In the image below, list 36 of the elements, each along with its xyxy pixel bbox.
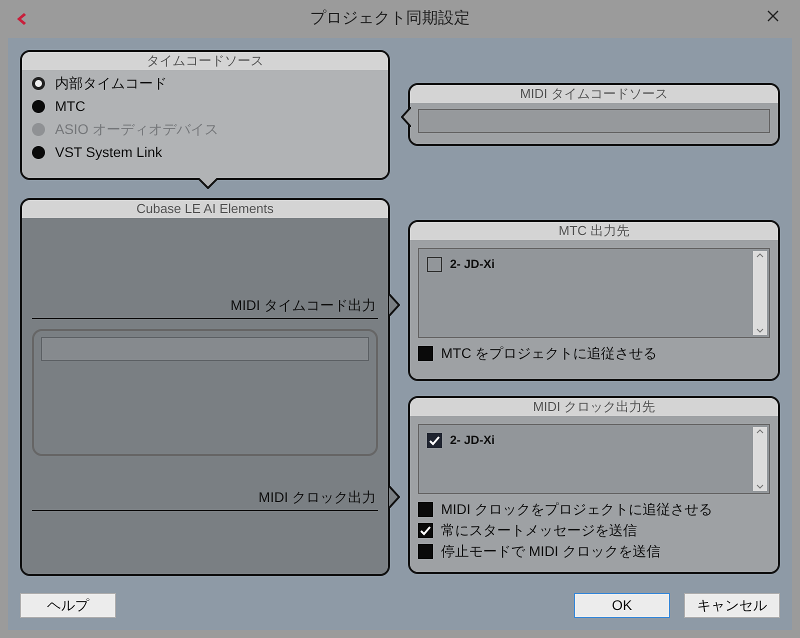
checkbox[interactable] xyxy=(418,544,433,558)
close-icon xyxy=(767,10,779,22)
checkbox[interactable] xyxy=(418,502,433,516)
panel-title: タイムコードソース xyxy=(22,52,388,70)
dialog-button[interactable]: キャンセル xyxy=(684,593,780,618)
dialog-button[interactable]: OK xyxy=(574,593,670,618)
radio-label[interactable]: MTC xyxy=(55,97,86,115)
port-label[interactable]: 2- JD-Xi xyxy=(450,255,495,273)
checkbox[interactable] xyxy=(418,346,433,360)
port-label[interactable]: 2- JD-Xi xyxy=(450,431,495,449)
check-icon xyxy=(420,524,431,536)
scrollbar[interactable] xyxy=(753,427,767,491)
output-label: MIDI クロック出力 xyxy=(258,489,377,505)
panel-title: MIDI クロック出力先 xyxy=(410,398,778,416)
radio-button[interactable] xyxy=(32,146,45,158)
radio-button[interactable] xyxy=(32,76,45,90)
checkbox[interactable] xyxy=(418,522,433,538)
check-icon xyxy=(429,434,440,446)
panel-title: Cubase LE AI Elements xyxy=(22,200,388,218)
panel-title: MTC 出力先 xyxy=(410,222,778,240)
window-title: プロジェクト同期設定 xyxy=(309,8,471,29)
option-label[interactable]: MIDI クロックをプロジェクトに追従させる xyxy=(441,500,712,518)
dialog-button[interactable]: ヘルプ xyxy=(20,593,116,618)
radio-button[interactable] xyxy=(32,100,45,112)
output-field[interactable] xyxy=(41,337,369,361)
radio-label[interactable]: 内部タイムコード xyxy=(55,74,167,92)
output-label: MIDI タイムコード出力 xyxy=(230,297,377,313)
source-field[interactable] xyxy=(418,109,770,133)
checkbox[interactable] xyxy=(427,256,442,272)
option-label[interactable]: MTC をプロジェクトに追従させる xyxy=(441,344,658,362)
option-label[interactable]: 停止モードで MIDI クロックを送信 xyxy=(441,542,660,560)
radio-label[interactable]: VST System Link xyxy=(55,143,162,161)
option-label[interactable]: 常にスタートメッセージを送信 xyxy=(441,521,637,539)
checkbox[interactable] xyxy=(427,432,442,448)
panel-title: MIDI タイムコードソース xyxy=(410,85,778,103)
scrollbar[interactable] xyxy=(753,251,767,335)
